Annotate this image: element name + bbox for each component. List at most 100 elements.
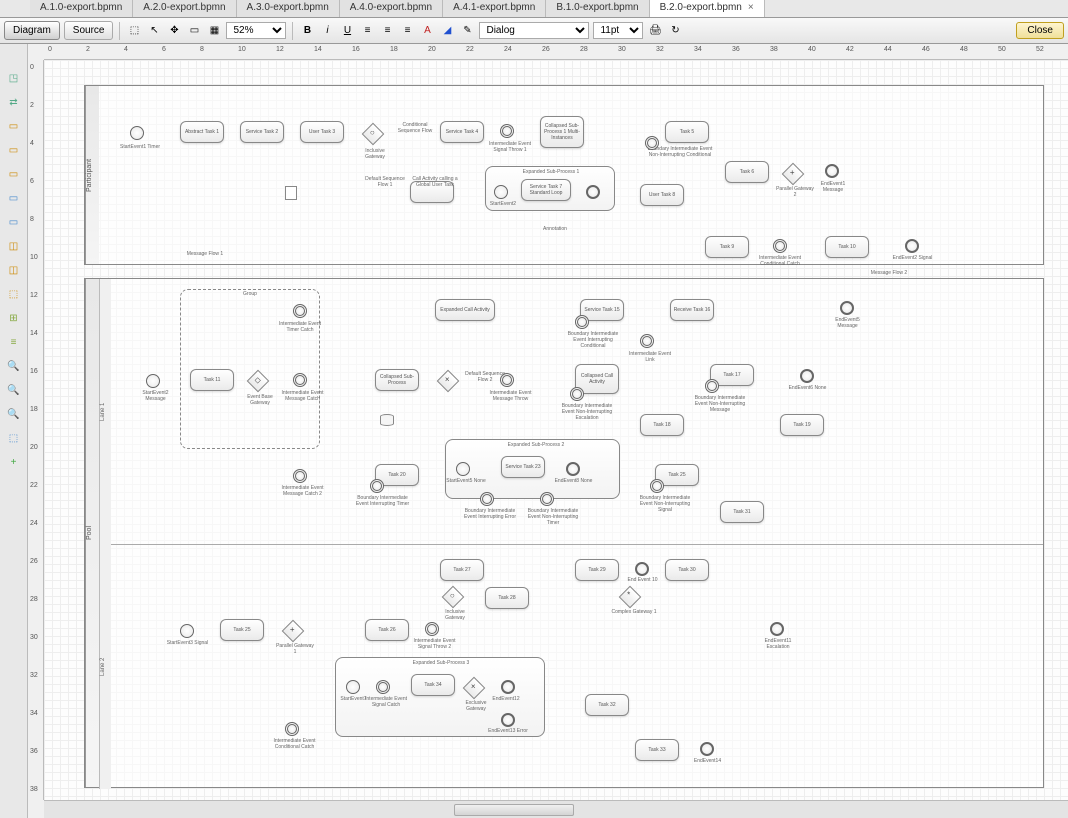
task-30[interactable]: Task 30 bbox=[665, 559, 709, 581]
message-catch-2[interactable] bbox=[293, 469, 307, 483]
task-18[interactable]: Task 18 bbox=[640, 414, 684, 436]
align-left-icon[interactable]: ≡ bbox=[359, 23, 375, 39]
task-19[interactable]: Task 19 bbox=[780, 414, 824, 436]
intermediate-link[interactable] bbox=[640, 334, 654, 348]
task-25b[interactable]: Task 25 bbox=[220, 619, 264, 641]
palette-item7-icon[interactable]: ◫ bbox=[5, 262, 23, 278]
task-6[interactable]: Task 6 bbox=[725, 161, 769, 183]
task-8[interactable]: User Task 8 bbox=[640, 184, 684, 206]
end-event-14[interactable] bbox=[700, 742, 714, 756]
palette-zoomin-icon[interactable]: 🔍 bbox=[5, 358, 23, 374]
zoom-select[interactable]: 52% bbox=[226, 22, 286, 39]
source-view-button[interactable]: Source bbox=[64, 21, 114, 40]
refresh-icon[interactable]: ↻ bbox=[667, 23, 683, 39]
boundary-signal[interactable] bbox=[650, 479, 664, 493]
tab-a10[interactable]: A.1.0-export.bpmn bbox=[30, 0, 133, 17]
inclusive-gateway[interactable]: ○ bbox=[362, 123, 385, 146]
palette-flow-icon[interactable]: ⇄ bbox=[5, 94, 23, 110]
italic-icon[interactable]: i bbox=[319, 23, 335, 39]
expanded-call-activity[interactable]: Expanded Call Activity bbox=[435, 299, 495, 321]
end-event-6[interactable] bbox=[800, 369, 814, 383]
font-family-select[interactable]: Dialog bbox=[479, 22, 589, 39]
task-34[interactable]: Task 34 bbox=[411, 674, 455, 696]
boundary-cond-2[interactable] bbox=[575, 315, 589, 329]
font-size-select[interactable]: 11pt bbox=[593, 22, 643, 39]
palette-item3-icon[interactable]: ▭ bbox=[5, 166, 23, 182]
pool-participant[interactable]: Participant StartEvent1 Timer Abstract T… bbox=[84, 85, 1044, 265]
start-event-2-msg[interactable] bbox=[146, 374, 160, 388]
underline-icon[interactable]: U bbox=[339, 23, 355, 39]
bold-icon[interactable]: B bbox=[299, 23, 315, 39]
signal-throw-2[interactable] bbox=[425, 622, 439, 636]
boundary-msg[interactable] bbox=[705, 379, 719, 393]
data-object-1[interactable] bbox=[285, 186, 297, 200]
sp2-end[interactable] bbox=[566, 462, 580, 476]
complex-gw[interactable]: * bbox=[619, 586, 642, 609]
end-event-5[interactable] bbox=[840, 301, 854, 315]
task-23[interactable]: Service Task 23 bbox=[501, 456, 545, 478]
palette-item5-icon[interactable]: ▭ bbox=[5, 214, 23, 230]
palette-task-icon[interactable]: ◳ bbox=[5, 70, 23, 86]
expanded-sp-3[interactable]: Expanded Sub-Process 3 StartEvent7 Inter… bbox=[335, 657, 545, 737]
sp3-signal-catch[interactable] bbox=[376, 680, 390, 694]
intermediate-cond-catch-2[interactable] bbox=[285, 722, 299, 736]
boundary-timer[interactable] bbox=[370, 479, 384, 493]
palette-zoom2-icon[interactable]: 🔍 bbox=[5, 406, 23, 422]
task-32[interactable]: Task 32 bbox=[585, 694, 629, 716]
task-2[interactable]: Service Task 2 bbox=[240, 121, 284, 143]
message-catch[interactable] bbox=[293, 373, 307, 387]
exclusive-gw-2[interactable]: × bbox=[437, 370, 460, 393]
palette-tree-icon[interactable]: ⊞ bbox=[5, 310, 23, 326]
palette-zoomout-icon[interactable]: 🔍 bbox=[5, 382, 23, 398]
sp3-start[interactable] bbox=[346, 680, 360, 694]
sp3-end1[interactable] bbox=[501, 680, 515, 694]
tab-b10[interactable]: B.1.0-export.bpmn bbox=[546, 0, 649, 17]
data-store[interactable] bbox=[380, 414, 394, 426]
palette-item2-icon[interactable]: ▭ bbox=[5, 142, 23, 158]
tab-close-icon[interactable]: × bbox=[748, 2, 754, 13]
task-28[interactable]: Task 28 bbox=[485, 587, 529, 609]
layout-icon[interactable]: ⬚ bbox=[126, 23, 142, 39]
start-event-timer[interactable] bbox=[130, 126, 144, 140]
start-event-3[interactable] bbox=[180, 624, 194, 638]
task-33[interactable]: Task 33 bbox=[635, 739, 679, 761]
intermediate-signal-throw[interactable] bbox=[500, 124, 514, 138]
boundary-timer-2[interactable] bbox=[540, 492, 554, 506]
palette-list-icon[interactable]: ≡ bbox=[5, 334, 23, 350]
print-icon[interactable]: 🖨 bbox=[647, 23, 663, 39]
task-11[interactable]: Task 11 bbox=[190, 369, 234, 391]
close-editor-button[interactable]: Close bbox=[1016, 22, 1064, 39]
task-9[interactable]: Task 9 bbox=[705, 236, 749, 258]
inclusive-gw-l2[interactable]: ○ bbox=[442, 586, 465, 609]
sp3-exclusive-gw[interactable]: × bbox=[463, 677, 486, 700]
tab-a20[interactable]: A.2.0-export.bpmn bbox=[133, 0, 236, 17]
expanded-subprocess-1[interactable]: Expanded Sub-Process 1 StartEvent2 Servi… bbox=[485, 166, 615, 211]
expanded-sp-2[interactable]: Expanded Sub-Process 2 StartEvent5 None … bbox=[445, 439, 620, 499]
task-3[interactable]: User Task 3 bbox=[300, 121, 344, 143]
intermediate-conditional-catch[interactable] bbox=[773, 239, 787, 253]
align-center-icon[interactable]: ≡ bbox=[379, 23, 395, 39]
end-event-1[interactable] bbox=[825, 164, 839, 178]
sp3-end2[interactable] bbox=[501, 713, 515, 727]
diagram-view-button[interactable]: Diagram bbox=[4, 21, 60, 40]
palette-region-icon[interactable]: ⬚ bbox=[5, 430, 23, 446]
tab-a40[interactable]: A.4.0-export.bpmn bbox=[340, 0, 443, 17]
fit-icon[interactable]: ▭ bbox=[186, 23, 202, 39]
task-7[interactable]: Service Task 7 Standard Loop bbox=[521, 179, 571, 201]
collapsed-subprocess-1[interactable]: Collapsed Sub-Process 1 Multi-Instances bbox=[540, 116, 584, 148]
pointer-icon[interactable]: ↖ bbox=[146, 23, 162, 39]
palette-item6-icon[interactable]: ◫ bbox=[5, 238, 23, 254]
align-right-icon[interactable]: ≡ bbox=[399, 23, 415, 39]
scrollbar-horizontal[interactable] bbox=[44, 800, 1068, 818]
scrollbar-thumb[interactable] bbox=[454, 804, 574, 816]
text-color-icon[interactable]: A bbox=[419, 23, 435, 39]
end-event-10[interactable] bbox=[635, 562, 649, 576]
task-27[interactable]: Task 27 bbox=[440, 559, 484, 581]
timer-catch[interactable] bbox=[293, 304, 307, 318]
boundary-error[interactable] bbox=[480, 492, 494, 506]
task-16[interactable]: Receive Task 16 bbox=[670, 299, 714, 321]
task-26[interactable]: Task 26 bbox=[365, 619, 409, 641]
task-5[interactable]: Task 5 bbox=[665, 121, 709, 143]
task-31[interactable]: Task 31 bbox=[720, 501, 764, 523]
task-10[interactable]: Task 10 bbox=[825, 236, 869, 258]
